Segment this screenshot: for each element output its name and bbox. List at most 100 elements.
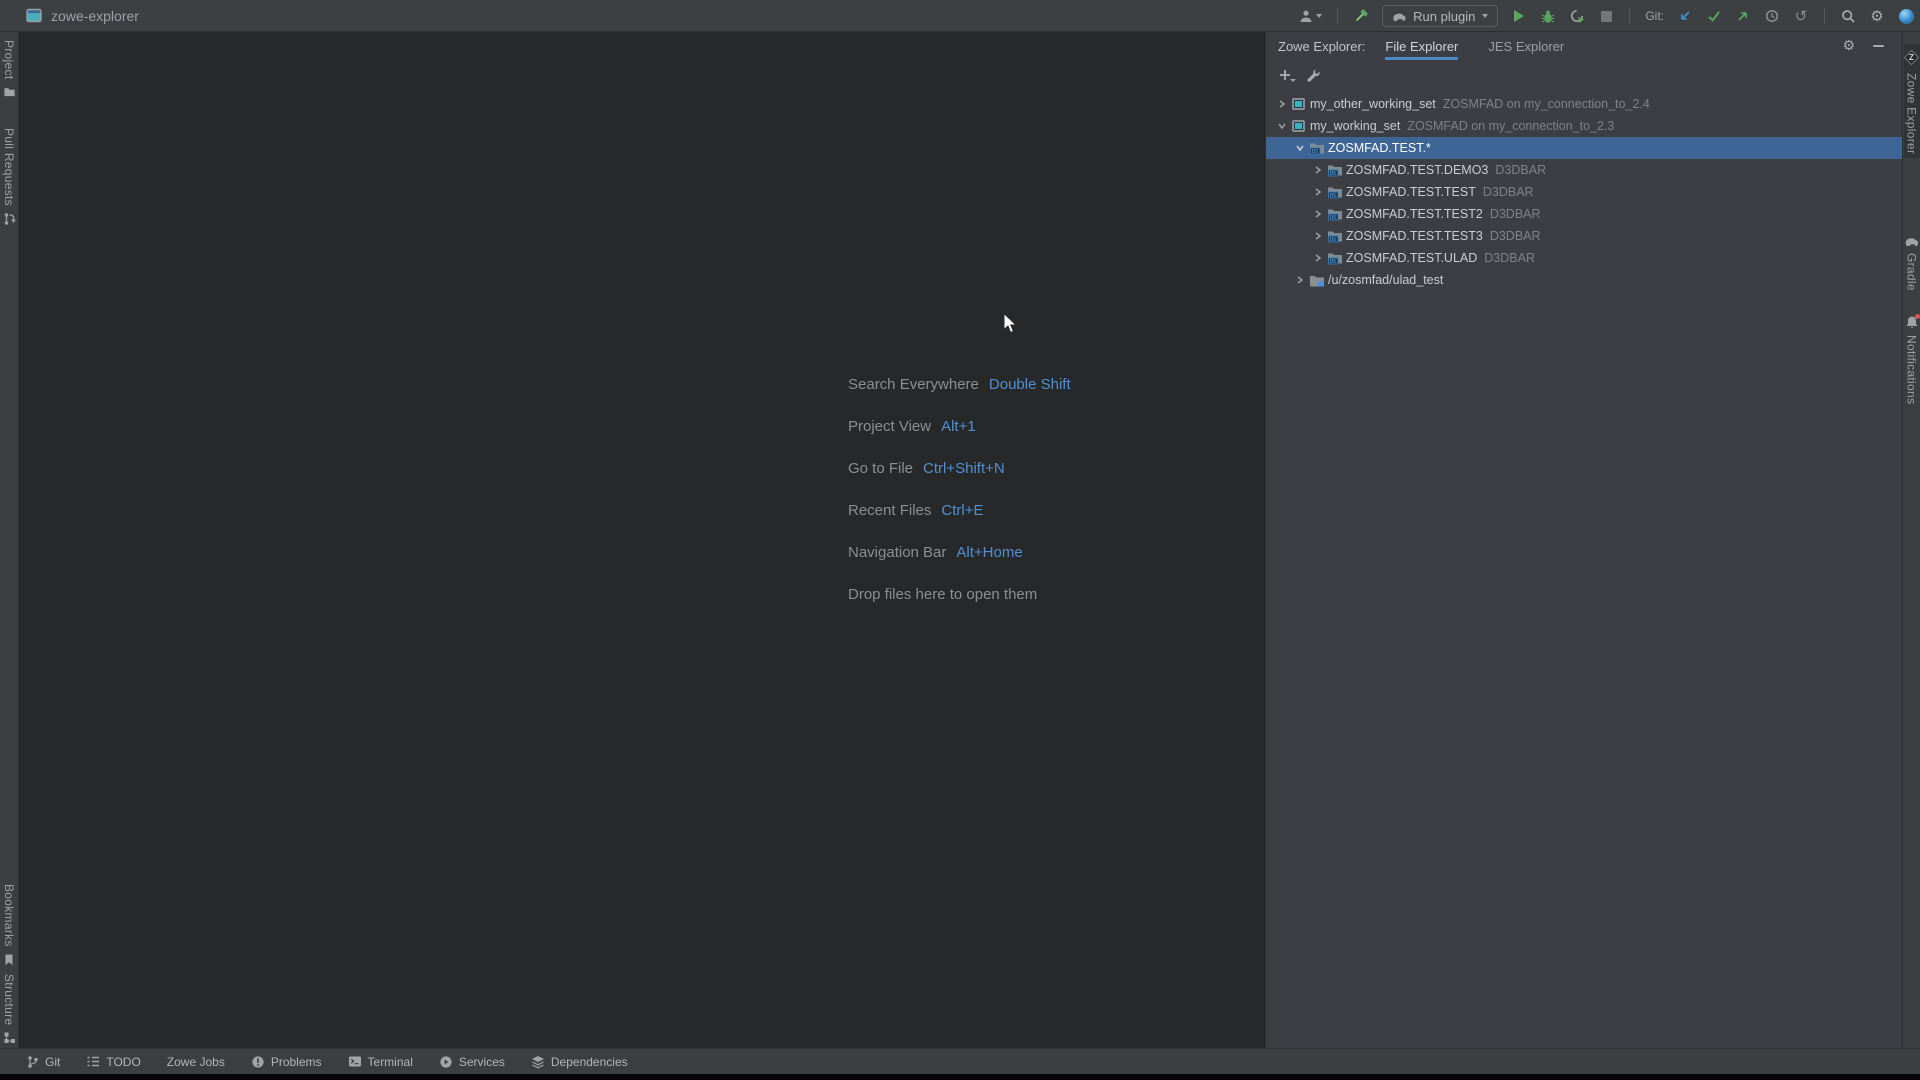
tab-jes-explorer[interactable]: JES Explorer xyxy=(1488,32,1564,60)
tree-row[interactable]: DS ZOSMFAD.TEST.TEST2 D3DBAR xyxy=(1266,203,1902,225)
tree-item-detail: D3DBAR xyxy=(1490,229,1541,243)
tool-stripe-services[interactable]: Services xyxy=(439,1055,505,1069)
tree-item-detail: D3DBAR xyxy=(1495,163,1546,177)
chevron-down-icon[interactable] xyxy=(1275,119,1289,133)
shortcut-label: Go to File xyxy=(848,458,913,480)
add-dropdown-caret xyxy=(1290,79,1296,82)
tree-row[interactable]: DS ZOSMFAD.TEST.TEST D3DBAR xyxy=(1266,181,1902,203)
project-window-icon xyxy=(26,8,42,23)
chevron-right-icon[interactable] xyxy=(1311,207,1325,221)
tree-row[interactable]: my_working_set ZOSMFAD on my_connection_… xyxy=(1266,115,1902,137)
folder-icon xyxy=(3,85,16,98)
tool-stripe-bookmarks[interactable]: Bookmarks xyxy=(2,884,16,966)
chevron-right-icon[interactable] xyxy=(1275,97,1289,111)
tool-stripe-problems[interactable]: Problems xyxy=(251,1055,322,1069)
rollback-icon[interactable]: ↺ xyxy=(1793,6,1809,26)
tool-stripe-pull-requests[interactable]: Pull Requests xyxy=(2,128,16,226)
edit-working-sets-wrench-button[interactable] xyxy=(1306,68,1320,82)
gradle-elephant-icon xyxy=(1904,236,1919,247)
git-push-button[interactable] xyxy=(1735,6,1751,26)
svg-text:DS: DS xyxy=(1330,237,1336,243)
run-with-profiler-button[interactable] xyxy=(1569,6,1585,26)
toolbar-separator xyxy=(1337,8,1338,24)
chevron-right-icon[interactable] xyxy=(1311,163,1325,177)
chevron-right-icon[interactable] xyxy=(1311,185,1325,199)
gradle-stripe-label: Gradle xyxy=(1905,253,1919,291)
shortcut-keys: Alt+Home xyxy=(956,542,1022,564)
tree-row[interactable]: DS ZOSMFAD.TEST.TEST3 D3DBAR xyxy=(1266,225,1902,247)
chevron-right-icon[interactable] xyxy=(1311,251,1325,265)
bottom-item-label: Dependencies xyxy=(551,1055,628,1069)
tree-item-name: my_working_set xyxy=(1310,119,1400,133)
tool-stripe-todo[interactable]: TODO xyxy=(86,1055,140,1069)
right-tool-stripe: Z Zowe Explorer Gradle Notifications xyxy=(1902,32,1920,1048)
bottom-item-label: TODO xyxy=(106,1055,140,1069)
add-working-set-button[interactable] xyxy=(1279,69,1291,81)
run-config-label: Run plugin xyxy=(1413,9,1475,24)
tree-item-detail: ZOSMFAD on my_connection_to_2.3 xyxy=(1407,119,1614,133)
build-hammer-icon[interactable] xyxy=(1353,6,1369,26)
problems-icon xyxy=(251,1055,265,1069)
bottom-item-label: Git xyxy=(45,1055,60,1069)
tool-stripe-project[interactable]: Project xyxy=(2,40,16,98)
shortcut-label: Search Everywhere xyxy=(848,374,979,396)
shortcut-label: Recent Files xyxy=(848,500,931,522)
tree-row[interactable]: my_other_working_set ZOSMFAD on my_conne… xyxy=(1266,93,1902,115)
svg-text:DS: DS xyxy=(1330,259,1336,265)
history-icon[interactable] xyxy=(1764,6,1780,26)
tree-item-name: my_other_working_set xyxy=(1310,97,1436,111)
stop-button[interactable] xyxy=(1598,6,1614,26)
tree-item-name: ZOSMFAD.TEST.TEST2 xyxy=(1346,207,1483,221)
user-account-icon[interactable] xyxy=(1298,6,1322,26)
tree-row[interactable]: /u/zosmfad/ulad_test xyxy=(1266,269,1902,291)
debug-button[interactable] xyxy=(1540,6,1556,26)
tree-row[interactable]: DS ZOSMFAD.TEST.DEMO3 D3DBAR xyxy=(1266,159,1902,181)
dataset-icon: DS xyxy=(1326,251,1343,265)
tree-row-selected[interactable]: DS ZOSMFAD.TEST.* xyxy=(1266,137,1902,159)
title-bar: zowe-explorer Run plugin xyxy=(0,0,1920,32)
tree-item-name: /u/zosmfad/ulad_test xyxy=(1328,273,1443,287)
run-button[interactable] xyxy=(1511,6,1527,26)
shortcut-keys: Double Shift xyxy=(989,374,1071,396)
tree-row[interactable]: DS ZOSMFAD.TEST.ULAD D3DBAR xyxy=(1266,247,1902,269)
dataset-tree: my_other_working_set ZOSMFAD on my_conne… xyxy=(1266,90,1902,1048)
tool-stripe-terminal[interactable]: Terminal xyxy=(348,1055,413,1069)
dataset-icon: DS xyxy=(1326,163,1343,177)
tool-stripe-zowe-explorer[interactable]: Z Zowe Explorer xyxy=(1904,44,1920,158)
tree-item-detail: D3DBAR xyxy=(1490,207,1541,221)
ide-updates-icon[interactable] xyxy=(1898,6,1914,26)
bottom-item-label: Services xyxy=(459,1055,505,1069)
git-toolbar-label: Git: xyxy=(1645,9,1664,23)
git-commit-button[interactable] xyxy=(1706,6,1722,26)
tool-stripe-structure[interactable]: Structure xyxy=(2,974,16,1044)
tree-item-name: ZOSMFAD.TEST.* xyxy=(1328,141,1431,155)
chevron-right-icon[interactable] xyxy=(1293,273,1307,287)
shortcut-keys: Ctrl+E xyxy=(941,500,983,522)
tree-item-name: ZOSMFAD.TEST.TEST xyxy=(1346,185,1476,199)
tool-stripe-git[interactable]: Git xyxy=(26,1055,60,1069)
shortcut-label: Project View xyxy=(848,416,931,438)
settings-gear-icon[interactable]: ⚙ xyxy=(1869,6,1885,26)
tab-file-explorer[interactable]: File Explorer xyxy=(1385,32,1458,60)
working-set-icon xyxy=(1290,120,1307,132)
chevron-down-icon[interactable] xyxy=(1293,141,1307,155)
bottom-item-label: Terminal xyxy=(368,1055,413,1069)
chevron-right-icon[interactable] xyxy=(1311,229,1325,243)
tool-stripe-notifications[interactable]: Notifications xyxy=(1905,315,1919,404)
zowe-explorer-tool-window: Zowe Explorer: File Explorer JES Explore… xyxy=(1265,32,1902,1048)
dataset-icon: DS xyxy=(1326,229,1343,243)
workspace-body: Project Pull Requests Bookmarks Structur… xyxy=(0,32,1920,1048)
dataset-mask-icon: DS xyxy=(1308,141,1325,155)
git-update-button[interactable] xyxy=(1677,6,1693,26)
tool-window-settings-gear-icon[interactable]: ⚙ xyxy=(1842,32,1855,60)
hide-tool-window-icon[interactable] xyxy=(1873,32,1884,60)
tool-stripe-dependencies[interactable]: Dependencies xyxy=(531,1055,628,1069)
run-configuration-select[interactable]: Run plugin xyxy=(1382,5,1498,27)
shortcut-keys: Alt+1 xyxy=(941,416,976,438)
toolbar-separator xyxy=(1824,8,1825,24)
tool-stripe-gradle[interactable]: Gradle xyxy=(1904,236,1919,291)
drop-files-hint: Drop files here to open them xyxy=(848,584,1037,606)
search-everywhere-icon[interactable] xyxy=(1840,6,1856,26)
tool-stripe-zowe-jobs[interactable]: Zowe Jobs xyxy=(167,1055,225,1069)
dataset-icon: DS xyxy=(1326,207,1343,221)
